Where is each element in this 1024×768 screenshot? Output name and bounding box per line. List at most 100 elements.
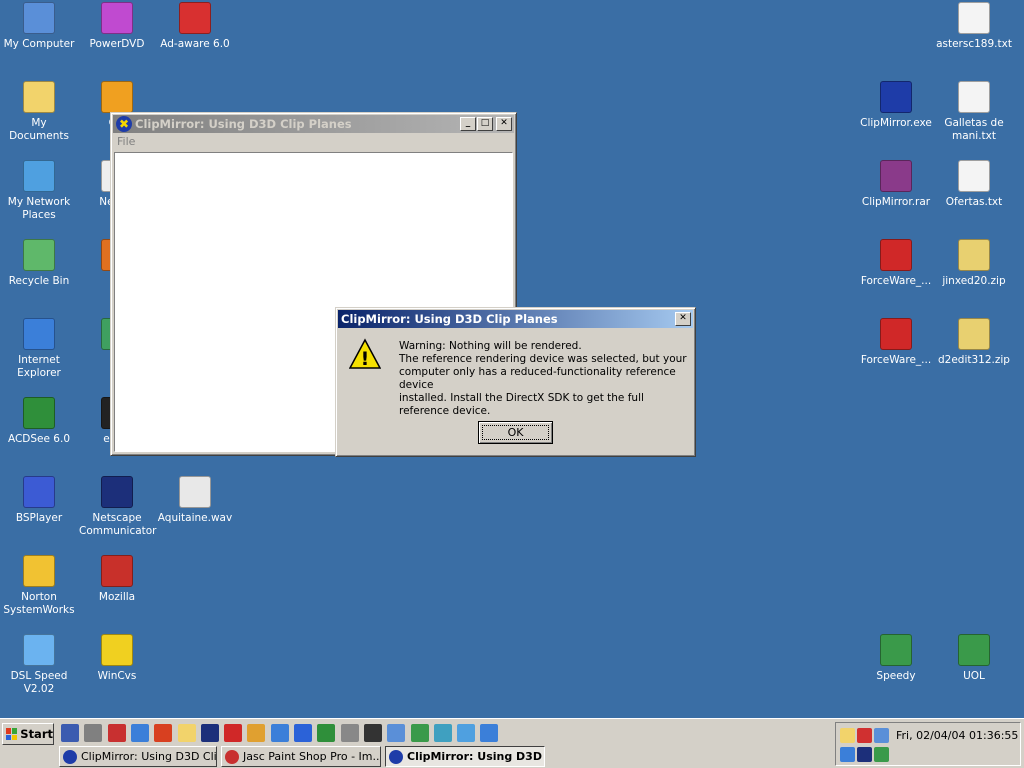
- taskbar-button-clipmirror-2[interactable]: ClipMirror: Using D3D ...: [385, 746, 545, 767]
- desktop-icon[interactable]: ClipMirror.exe: [857, 81, 935, 130]
- tray-network2-icon[interactable]: [874, 747, 889, 762]
- desktop-icon-image: [880, 634, 912, 666]
- desktop-icon[interactable]: ACDSee 6.0: [0, 397, 78, 446]
- desktop-icon-image: [880, 239, 912, 271]
- desktop-icon[interactable]: Aquitaine.wav: [156, 476, 234, 525]
- tray-connection-icon[interactable]: [857, 728, 872, 743]
- quick-launch-icon[interactable]: [317, 724, 336, 742]
- desktop-icon[interactable]: DSL Speed V2.02: [0, 634, 78, 696]
- desktop-icon[interactable]: My Documents: [0, 81, 78, 143]
- quick-launch-icon[interactable]: [457, 724, 476, 742]
- desktop-icon[interactable]: WinCvs: [78, 634, 156, 683]
- dialog-titlebar[interactable]: ClipMirror: Using D3D Clip Planes ✕: [338, 310, 693, 328]
- desktop-icon-image: [23, 555, 55, 587]
- quick-launch-icon[interactable]: [363, 724, 382, 742]
- desktop-icon-image: [101, 555, 133, 587]
- minimize-button[interactable]: _: [460, 117, 476, 131]
- quick-launch-icon[interactable]: [107, 724, 126, 742]
- desktop-icon[interactable]: ForceWare_...: [857, 318, 935, 367]
- warning-dialog[interactable]: ClipMirror: Using D3D Clip Planes ✕ ! Wa…: [335, 307, 696, 457]
- desktop-icon[interactable]: Norton SystemWorks: [0, 555, 78, 617]
- quick-launch-icon[interactable]: [130, 724, 149, 742]
- message-line: The reference rendering device was selec…: [399, 353, 687, 365]
- message-line: Warning: Nothing will be rendered.: [399, 340, 582, 352]
- desktop-icon[interactable]: My Computer: [0, 2, 78, 51]
- desktop-icon[interactable]: Internet Explorer: [0, 318, 78, 380]
- desktop-icon[interactable]: Ofertas.txt: [935, 160, 1013, 209]
- desktop-icon[interactable]: Mozilla: [78, 555, 156, 604]
- ok-button[interactable]: OK: [478, 421, 553, 444]
- tray-network-icon[interactable]: [840, 728, 855, 743]
- desktop-icon-label: Ofertas.txt: [945, 196, 1003, 208]
- task-label: ClipMirror: Using D3D ...: [407, 750, 545, 763]
- start-button[interactable]: Start: [2, 723, 54, 745]
- desktop-icon-label: WinCvs: [97, 670, 137, 682]
- taskbar: Start ClipMirror: Using D3D Cli... Jasc …: [0, 718, 1024, 768]
- desktop-icon-label: ClipMirror.exe: [860, 117, 932, 129]
- desktop-icon-label: Aquitaine.wav: [157, 512, 233, 524]
- desktop-icon-image: [101, 634, 133, 666]
- tray-computer-icon[interactable]: [874, 728, 889, 743]
- desktop-icon-label: d2edit312.zip: [938, 354, 1010, 366]
- close-button[interactable]: ✕: [496, 117, 512, 131]
- desktop-icon-image: [179, 476, 211, 508]
- quick-launch-icon[interactable]: [433, 724, 452, 742]
- quick-launch-icon[interactable]: [200, 724, 219, 742]
- desktop-icon-label: UOL: [963, 670, 985, 682]
- desktop-icon-image: [23, 2, 55, 34]
- quick-launch-icon[interactable]: [387, 724, 406, 742]
- main-window-titlebar[interactable]: ✖ ClipMirror: Using D3D Clip Planes _ □ …: [113, 115, 514, 133]
- desktop-icon[interactable]: My Network Places: [0, 160, 78, 222]
- desktop-icon-image: [958, 160, 990, 192]
- paintshop-task-icon: [225, 749, 239, 764]
- desktop-icon[interactable]: Recycle Bin: [0, 239, 78, 288]
- quick-launch-icon[interactable]: [294, 724, 312, 742]
- quick-launch-icon[interactable]: [340, 724, 359, 742]
- dialog-close-button[interactable]: ✕: [675, 312, 691, 326]
- clock[interactable]: Fri, 02/04/04 01:36:55: [896, 729, 1018, 742]
- desktop-icon[interactable]: Galletas de mani.txt: [935, 81, 1013, 143]
- desktop-icon[interactable]: astersc189.txt: [935, 2, 1013, 51]
- menu-file[interactable]: File: [117, 135, 135, 148]
- desktop-icon-label: ClipMirror.rar: [861, 196, 931, 208]
- desktop-icon-image: [23, 81, 55, 113]
- desktop-icon[interactable]: ForceWare_...: [857, 239, 935, 288]
- maximize-button[interactable]: □: [477, 117, 493, 131]
- desktop-icon-label: ForceWare_...: [860, 354, 932, 366]
- task-label: Jasc Paint Shop Pro - Im...: [243, 750, 381, 763]
- quick-launch-icon[interactable]: [480, 724, 499, 742]
- desktop-icon-image: [101, 2, 133, 34]
- desktop-icon[interactable]: d2edit312.zip: [935, 318, 1013, 367]
- quick-launch-icon[interactable]: [177, 724, 196, 742]
- tray-display-icon[interactable]: [857, 747, 872, 762]
- desktop-icon-image: [23, 397, 55, 429]
- desktop-icon[interactable]: jinxed20.zip: [935, 239, 1013, 288]
- quick-launch-icon[interactable]: [61, 724, 79, 742]
- desktop-icon[interactable]: BSPlayer: [0, 476, 78, 525]
- desktop-icon[interactable]: UOL: [935, 634, 1013, 683]
- desktop-icon-label: Galletas de mani.txt: [944, 117, 1004, 142]
- desktop-icon-label: Ad-aware 6.0: [160, 38, 230, 50]
- system-tray: Fri, 02/04/04 01:36:55: [835, 722, 1021, 766]
- quick-launch-icon[interactable]: [410, 724, 429, 742]
- desktop-icon-image: [880, 81, 912, 113]
- taskbar-button-clipmirror-1[interactable]: ClipMirror: Using D3D Cli...: [59, 746, 217, 767]
- quick-launch-icon[interactable]: [84, 724, 103, 742]
- quick-launch-icon[interactable]: [247, 724, 266, 742]
- desktop-icon[interactable]: Ad-aware 6.0: [156, 2, 234, 51]
- desktop-icon-label: My Network Places: [7, 196, 71, 221]
- desktop-icon-image: [23, 476, 55, 508]
- desktop-icon[interactable]: Speedy: [857, 634, 935, 683]
- tray-monitor-icon[interactable]: [840, 747, 855, 762]
- desktop-icon[interactable]: PowerDVD: [78, 2, 156, 51]
- message-line: installed. Install the DirectX SDK to ge…: [399, 392, 644, 404]
- clipmirror-task-icon: [389, 749, 403, 764]
- taskbar-button-paintshop[interactable]: Jasc Paint Shop Pro - Im...: [221, 746, 381, 767]
- message-line: computer only has a reduced-functionalit…: [399, 366, 676, 391]
- quick-launch-icon[interactable]: [224, 724, 243, 742]
- quick-launch-icon[interactable]: [154, 724, 173, 742]
- desktop-icon[interactable]: ClipMirror.rar: [857, 160, 935, 209]
- desktop-icon[interactable]: Netscape Communicator: [78, 476, 157, 538]
- main-menubar: File: [111, 133, 516, 151]
- quick-launch-icon[interactable]: [270, 724, 289, 742]
